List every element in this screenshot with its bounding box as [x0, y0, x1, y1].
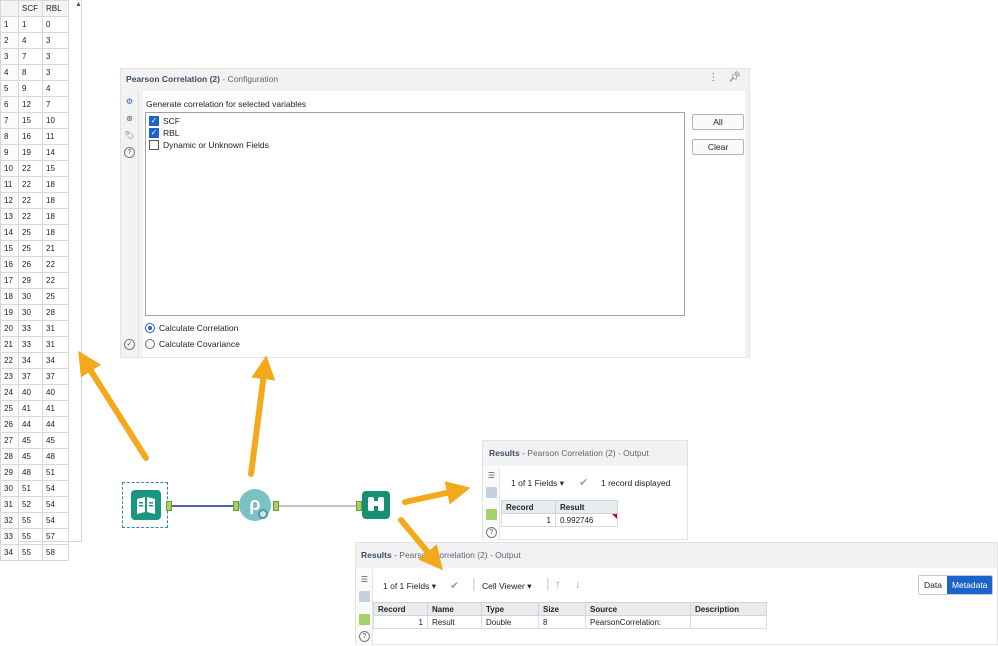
results-header: Results - Pearson Correlation (2) - Outp… [356, 543, 997, 568]
column-header-record[interactable]: Record [373, 602, 428, 616]
results-subtitle: - Pearson Correlation (2) - Output [391, 550, 521, 560]
checkmark-icon[interactable]: ✔ [579, 476, 588, 489]
results-title: Results [489, 448, 520, 458]
arrow-up-icon[interactable]: ↑ [555, 577, 561, 591]
chevron-down-icon: ▾ [527, 581, 532, 591]
tag-icon[interactable] [486, 509, 497, 520]
column-header-name[interactable]: Name [427, 602, 482, 616]
magnifier-icon [258, 509, 268, 519]
checkmark-icon[interactable]: ✔ [450, 579, 459, 592]
records-status: 1 record displayed [601, 478, 671, 488]
cell-type[interactable]: Double [481, 615, 539, 629]
column-header-result[interactable]: Result [555, 500, 618, 514]
toolbar-separator: | [546, 575, 550, 591]
fields-dropdown[interactable]: 1 of 1 Fields ▾ [511, 478, 564, 489]
book-icon [131, 490, 161, 520]
table-row[interactable]: 1 0.992746 [501, 513, 618, 527]
results-sidebar: ☰ ? [356, 569, 373, 646]
cell-name[interactable]: Result [427, 615, 482, 629]
cell-size[interactable]: 8 [538, 615, 586, 629]
fields-dropdown[interactable]: 1 of 1 Fields ▾ [383, 581, 436, 592]
cell-record[interactable]: 1 [373, 615, 428, 629]
cell-result[interactable]: 0.992746 [555, 513, 618, 527]
help-icon[interactable]: ? [359, 631, 370, 642]
help-icon[interactable]: ? [486, 527, 497, 538]
browse-tool[interactable] [362, 491, 390, 519]
toolbar-separator: | [472, 575, 476, 591]
column-header-type[interactable]: Type [481, 602, 539, 616]
chevron-down-icon: ▾ [559, 478, 564, 488]
output-anchor-icon[interactable] [273, 501, 279, 511]
column-header-description[interactable]: Description [690, 602, 767, 616]
binoculars-icon [368, 497, 384, 511]
column-header-size[interactable]: Size [538, 602, 586, 616]
metadata-table: Record Name Type Size Source Description… [373, 602, 767, 629]
fields-dropdown-label: 1 of 1 Fields [511, 478, 558, 488]
results-table: Record Result 1 0.992746 [501, 500, 618, 527]
list-icon[interactable]: ☰ [359, 574, 370, 585]
metadata-view-button[interactable]: Metadata [946, 576, 993, 594]
table-icon[interactable] [486, 487, 497, 498]
table-icon[interactable] [359, 591, 370, 602]
results-sidebar: ☰ ? [483, 467, 500, 541]
column-header-source[interactable]: Source [585, 602, 691, 616]
cell-record[interactable]: 1 [501, 513, 556, 527]
cell-viewer-label: Cell Viewer [482, 581, 525, 591]
data-view-button[interactable]: Data [919, 576, 947, 594]
pearson-correlation-tool[interactable]: ρ [239, 489, 271, 521]
view-toggle: Data Metadata [918, 575, 994, 595]
fields-dropdown-label: 1 of 1 Fields [383, 581, 430, 591]
cell-source[interactable]: PearsonCorrelation: [585, 615, 691, 629]
list-icon[interactable]: ☰ [486, 470, 497, 481]
chevron-down-icon: ▾ [431, 581, 436, 591]
arrow-down-icon[interactable]: ↓ [575, 577, 581, 591]
results-subtitle: - Pearson Correlation (2) - Output [519, 448, 649, 458]
results-header: Results - Pearson Correlation (2) - Outp… [483, 441, 687, 466]
table-row[interactable]: 1 Result Double 8 PearsonCorrelation: [373, 615, 767, 629]
table-header-row: Record Result [501, 500, 618, 514]
results-window-summary: Results - Pearson Correlation (2) - Outp… [482, 440, 688, 541]
cell-description[interactable] [690, 615, 767, 629]
results-window-metadata: Results - Pearson Correlation (2) - Outp… [355, 542, 998, 646]
results-title: Results [361, 550, 392, 560]
table-header-row: Record Name Type Size Source Description [373, 602, 767, 616]
output-anchor-icon[interactable] [166, 501, 172, 511]
column-header-record[interactable]: Record [501, 500, 556, 514]
tag-icon[interactable] [359, 614, 370, 625]
cell-viewer-dropdown[interactable]: Cell Viewer ▾ [482, 581, 532, 592]
input-data-tool[interactable] [122, 482, 168, 528]
